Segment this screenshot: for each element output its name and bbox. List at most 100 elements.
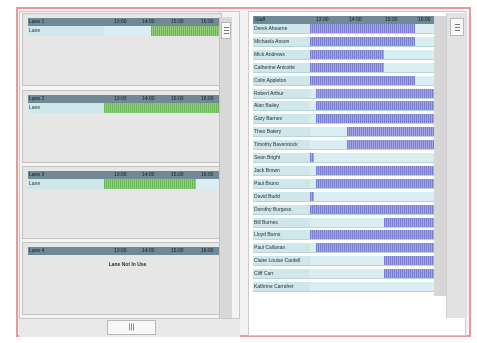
staff-row[interactable]: Dorothy Burgess [253,204,434,215]
lanes-panel: Lane 1 13:00 14:00 15:00 16:00 Lane Lane 2 13:0… [19,11,240,336]
staff-booking-bar[interactable] [310,204,434,214]
staff-row[interactable]: Claire Louise Cardell [253,256,434,267]
staff-row[interactable]: Alan Bailey [253,101,434,112]
staff-row[interactable]: Timothy Baverstock [253,140,434,151]
lane-hour-label: 16:00 [201,19,214,25]
staff-booking-bar[interactable] [310,49,385,59]
lane-booking-bar[interactable] [150,26,227,36]
lane-status-message: Lane Not In Use [108,262,147,268]
lane-block: Lane 1 13:00 14:00 15:00 16:00 Lane [22,13,227,86]
staff-row[interactable]: Theo Batery [253,127,434,138]
lane-title: Lane 1 [29,19,45,25]
staff-gutter [434,16,446,296]
staff-booking-bar[interactable] [384,217,434,227]
staff-name: Colin Appleton [254,77,287,84]
staff-booking-bar[interactable] [310,24,416,33]
staff-row[interactable]: David Budd [253,191,434,202]
staff-timeline [310,153,434,162]
staff-name: Mick Andrews [254,51,285,58]
lane-row[interactable]: Lane [28,179,227,189]
grip-vertical-icon[interactable]: ||| [107,320,156,335]
staff-booking-bar[interactable] [310,191,314,201]
staff-booking-bar[interactable] [384,269,434,279]
staff-booking-bar[interactable] [310,153,314,162]
staff-booking-bar[interactable] [347,127,434,137]
lane-header: Lane 1 13:00 14:00 15:00 16:00 [28,18,227,26]
staff-name: Dorothy Burgess [254,206,292,213]
staff-booking-bar[interactable] [316,178,434,188]
staff-booking-bar[interactable] [384,256,434,266]
grip-lines-icon[interactable] [450,18,464,36]
staff-row[interactable]: Sean Bright [253,153,434,163]
staff-booking-bar[interactable] [316,165,434,175]
staff-name: Jack Brown [254,167,280,174]
staff-booking-bar[interactable] [316,243,434,253]
staff-booking-bar[interactable] [310,75,416,85]
lane-header: Lane 2 13:00 14:00 15:00 16:00 [28,95,227,103]
lanes-horizontal-scrollbar[interactable]: ||| [19,318,240,337]
staff-booking-bar[interactable] [316,114,434,124]
staff-row[interactable]: Kathrine Carraher [253,282,434,292]
staff-booking-bar[interactable] [310,36,416,46]
lane-hour-label: 13:00 [114,19,127,25]
lane-hour-label: 16:00 [201,248,214,254]
staff-row[interactable]: Lloyd Burns [253,230,434,241]
staff-name: Catherine Anicotte [254,64,295,71]
lane-row[interactable]: Lane [28,26,227,36]
staff-booking-bar[interactable] [316,88,434,98]
staff-vertical-scrollbar[interactable] [446,13,467,318]
staff-row[interactable]: Paul Bruno [253,178,434,189]
lane-hour-label: 13:00 [114,248,127,254]
staff-row[interactable]: Derek Ahearne [253,24,434,34]
staff-hour-label: 14:00 [349,17,362,23]
lane-hour-label: 13:00 [114,96,127,102]
staff-row[interactable]: Bill Burnes [253,217,434,228]
staff-name: Gary Barnes [254,116,283,123]
staff-header-label: Staff [255,17,266,23]
staff-name: Timothy Baverstock [254,142,298,149]
staff-name: Derek Ahearne [254,26,288,32]
staff-row[interactable]: Catherine Anicotte [253,62,434,73]
lane-header: Lane 4 13:00 14:00 15:00 16:00 [28,247,227,255]
lane-hour-label: 14:00 [142,172,155,178]
lane-block: Lane 2 13:00 14:00 15:00 16:00 Lane [22,90,227,163]
lane-title: Lane 4 [29,248,45,254]
lane-title: Lane 3 [29,172,45,178]
staff-row[interactable]: Mick Andrews [253,49,434,60]
staff-name: David Budd [254,193,280,200]
staff-name: Robert Arthur [254,90,284,97]
staff-timeline [310,191,434,201]
staff-row[interactable]: Robert Arthur [253,88,434,99]
staff-name: Alan Bailey [254,103,280,110]
staff-booking-bar[interactable] [310,62,385,72]
staff-row[interactable]: Colin Appleton [253,75,434,86]
lane-booking-bar[interactable] [104,179,197,189]
lanes-vertical-scrollbar[interactable] [219,17,232,319]
lane-row-label: Lane [29,105,41,111]
lane-hour-label: 13:00 [114,172,127,178]
lane-row-label: Lane [29,28,41,34]
staff-row[interactable]: Michaela Anson [253,36,434,47]
staff-row[interactable]: Paul Callanan [253,243,434,254]
staff-row[interactable]: Cliff Carr [253,269,434,280]
staff-name: Lloyd Burns [254,232,281,239]
staff-name: Paul Callanan [254,245,286,252]
staff-name: Theo Batery [254,129,282,136]
staff-name: Cliff Carr [254,271,274,278]
grip-lines-icon[interactable] [221,22,231,39]
staff-row[interactable]: Jack Brown [253,165,434,176]
lane-hour-label: 15:00 [171,172,184,178]
staff-booking-bar[interactable] [310,230,434,240]
staff-name: Bill Burnes [254,219,278,226]
lane-hour-label: 16:00 [201,172,214,178]
staff-name: Paul Bruno [254,180,279,187]
staff-row[interactable]: Gary Barnes [253,114,434,125]
staff-booking-bar[interactable] [316,101,434,111]
lane-hour-label: 15:00 [171,248,184,254]
lane-row[interactable]: Lane [28,103,227,113]
staff-booking-bar[interactable] [347,140,434,150]
lane-booking-bar[interactable] [104,103,227,113]
lane-block: Lane 3 13:00 14:00 15:00 16:00 Lane [22,166,227,239]
staff-name: Kathrine Carraher [254,284,294,290]
staff-name: Michaela Anson [254,38,290,45]
